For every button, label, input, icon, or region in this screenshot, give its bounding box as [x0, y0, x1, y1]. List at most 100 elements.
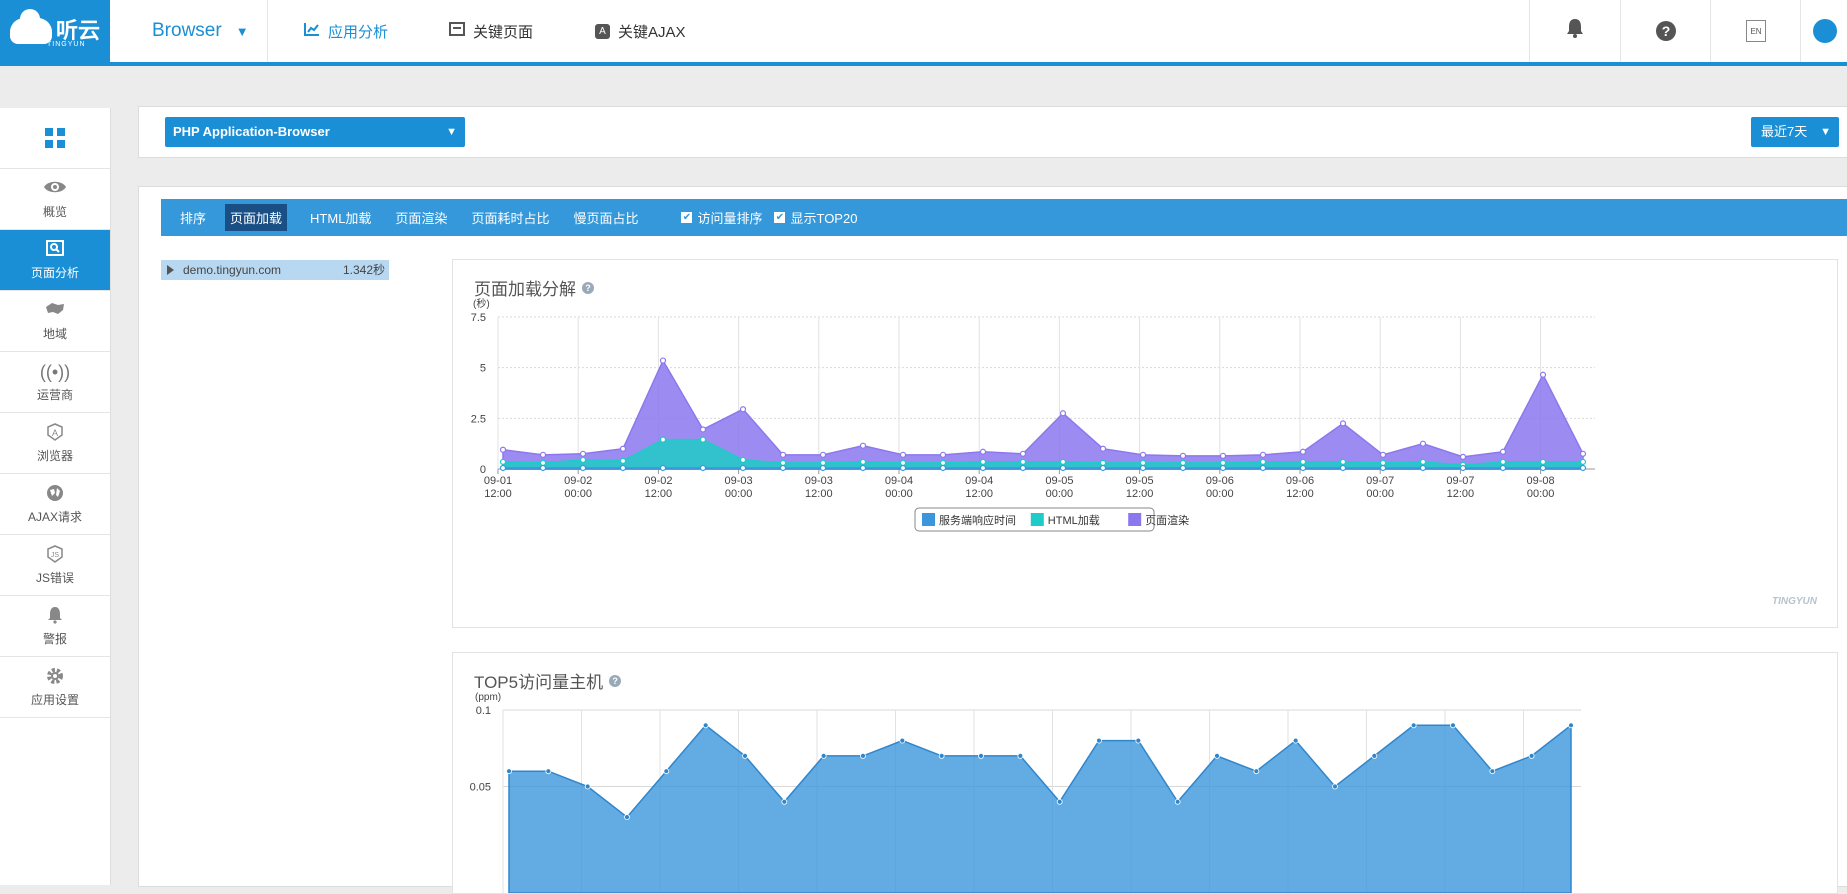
- data-point: [739, 464, 747, 472]
- legend-label: 页面渲染: [1145, 513, 1189, 527]
- tab-slow-page-ratio[interactable]: 慢页面占比: [568, 204, 643, 231]
- data-point: [1579, 450, 1587, 457]
- data-point: [579, 450, 587, 457]
- sidebar-item-carrier[interactable]: ((•)) 运营商: [0, 352, 110, 413]
- x-tick-label: 12:00: [1126, 488, 1154, 500]
- data-point: [1419, 464, 1427, 472]
- sidebar-item-alerts[interactable]: 警报: [0, 596, 110, 657]
- data-point: [1099, 445, 1107, 452]
- divider: [267, 0, 268, 62]
- data-point: [1579, 464, 1587, 472]
- data-point: [978, 753, 984, 759]
- data-point: [1499, 464, 1507, 472]
- x-tick-label: 09-04: [885, 475, 913, 487]
- data-point: [1299, 464, 1307, 472]
- sidebar-item-browser[interactable]: A 浏览器: [0, 413, 110, 474]
- sidebar-item-page-analysis[interactable]: 页面分析: [0, 230, 110, 291]
- map-icon: [44, 301, 66, 321]
- data-point: [779, 451, 787, 458]
- y-tick-label: 0.05: [470, 782, 491, 794]
- tab-page-render[interactable]: 页面渲染: [390, 204, 452, 231]
- data-point: [1379, 459, 1387, 467]
- data-point: [860, 753, 866, 759]
- help-button[interactable]: ?: [1620, 0, 1711, 62]
- y-tick-label: 2.5: [471, 413, 486, 425]
- sidebar-item-label: JS错误: [35, 570, 74, 585]
- data-point: [1059, 464, 1067, 472]
- tab-page-load[interactable]: 页面加载: [225, 204, 288, 231]
- nav-key-ajax[interactable]: A 关键AJAX: [595, 0, 686, 62]
- data-point: [1135, 737, 1142, 744]
- time-range-select[interactable]: 最近7天 ▼: [1751, 117, 1839, 147]
- nav-key-ajax-label: 关键AJAX: [618, 23, 686, 41]
- tab-html-load[interactable]: HTML加载: [305, 204, 376, 231]
- data-point: [1017, 753, 1024, 759]
- data-point: [1174, 798, 1181, 805]
- notification-button[interactable]: [1529, 0, 1620, 62]
- sidebar-item-settings[interactable]: 应用设置: [0, 657, 110, 718]
- tingyun-logo[interactable]: 听云 TINGYUN: [0, 0, 110, 62]
- data-point: [1179, 464, 1187, 472]
- app-grid-button[interactable]: [0, 108, 110, 169]
- data-point: [979, 448, 987, 455]
- host-list-item[interactable]: demo.tingyun.com 1.342秒: [161, 260, 389, 280]
- data-point: [1539, 464, 1547, 472]
- gear-icon: [46, 667, 64, 687]
- sidebar-item-overview[interactable]: 概览: [0, 169, 110, 230]
- x-tick-label: 09-03: [725, 475, 753, 487]
- tingyun-watermark: TINGYUN: [1772, 596, 1817, 607]
- data-point: [1214, 753, 1220, 759]
- nav-app-analysis-label: 应用分析: [328, 23, 389, 41]
- data-point: [859, 464, 867, 472]
- x-tick-label: 09-07: [1446, 475, 1474, 487]
- data-point: [699, 464, 707, 472]
- sidebar-item-js-errors[interactable]: JS JS错误: [0, 535, 110, 596]
- data-point: [779, 459, 787, 467]
- data-point: [699, 426, 707, 433]
- x-tick-label: 12:00: [965, 488, 993, 500]
- host-name: demo.tingyun.com: [183, 263, 282, 277]
- data-point: [1179, 459, 1187, 467]
- show-top20-checkbox[interactable]: ✔ 显示TOP20: [774, 208, 857, 227]
- nav-key-pages[interactable]: 关键页面: [449, 0, 533, 62]
- data-point: [1568, 722, 1574, 729]
- sort-by-visits-checkbox[interactable]: ✔ 访问量排序: [681, 208, 762, 227]
- js-icon: JS: [47, 544, 63, 565]
- tab-time-ratio[interactable]: 页面耗时占比: [466, 204, 554, 231]
- page-load-breakdown-chart: 页面加载分解 ? 0 2.5 5 7.5 09-01 12:00 09-02 00:00 09-…: [452, 259, 1838, 628]
- data-point: [1219, 459, 1227, 467]
- data-point: [699, 436, 707, 443]
- host-load-time: 1.342秒: [342, 263, 385, 277]
- tab-sort[interactable]: 排序: [175, 204, 211, 231]
- page-load-breakdown-svg: 02.557.509-0112:0009-0200:0009-0212:0009…: [471, 297, 1595, 532]
- nav-key-pages-label: 关键页面: [473, 23, 534, 41]
- data-point: [1379, 451, 1387, 458]
- user-button[interactable]: [1800, 0, 1847, 62]
- checkbox-checked-icon: ✔: [774, 212, 786, 223]
- x-tick-label: 09-06: [1206, 475, 1234, 487]
- data-point: [1332, 783, 1338, 790]
- sidebar-item-region[interactable]: 地域: [0, 291, 110, 352]
- nav-app-analysis[interactable]: 应用分析: [304, 0, 388, 62]
- page-analysis-icon: [46, 239, 64, 260]
- sidebar-item-ajax[interactable]: AJAX请求: [0, 474, 110, 535]
- x-tick-label: 09-08: [1527, 475, 1555, 487]
- cloud-icon: [9, 9, 52, 44]
- application-select[interactable]: PHP Application-Browser ▼: [165, 117, 465, 147]
- data-point: [1539, 371, 1547, 378]
- data-point: [1219, 464, 1227, 472]
- data-point: [579, 464, 587, 472]
- app-switcher[interactable]: Browser ▼: [152, 0, 249, 62]
- grid-icon: [45, 128, 65, 148]
- data-point: [539, 451, 547, 458]
- data-point: [899, 451, 907, 458]
- legend-label: 服务端响应时间: [939, 513, 1016, 527]
- x-tick-label: 09-03: [805, 475, 833, 487]
- data-point: [1019, 450, 1027, 457]
- data-point: [499, 464, 507, 472]
- x-tick-label: 00:00: [725, 488, 753, 500]
- app-switcher-label: Browser: [152, 20, 222, 41]
- top-bar: 听云 TINGYUN Browser ▼ 应用分析 关键页面 A 关键AJAX …: [0, 0, 1847, 66]
- language-button[interactable]: EN: [1710, 0, 1801, 62]
- data-point: [1253, 768, 1260, 775]
